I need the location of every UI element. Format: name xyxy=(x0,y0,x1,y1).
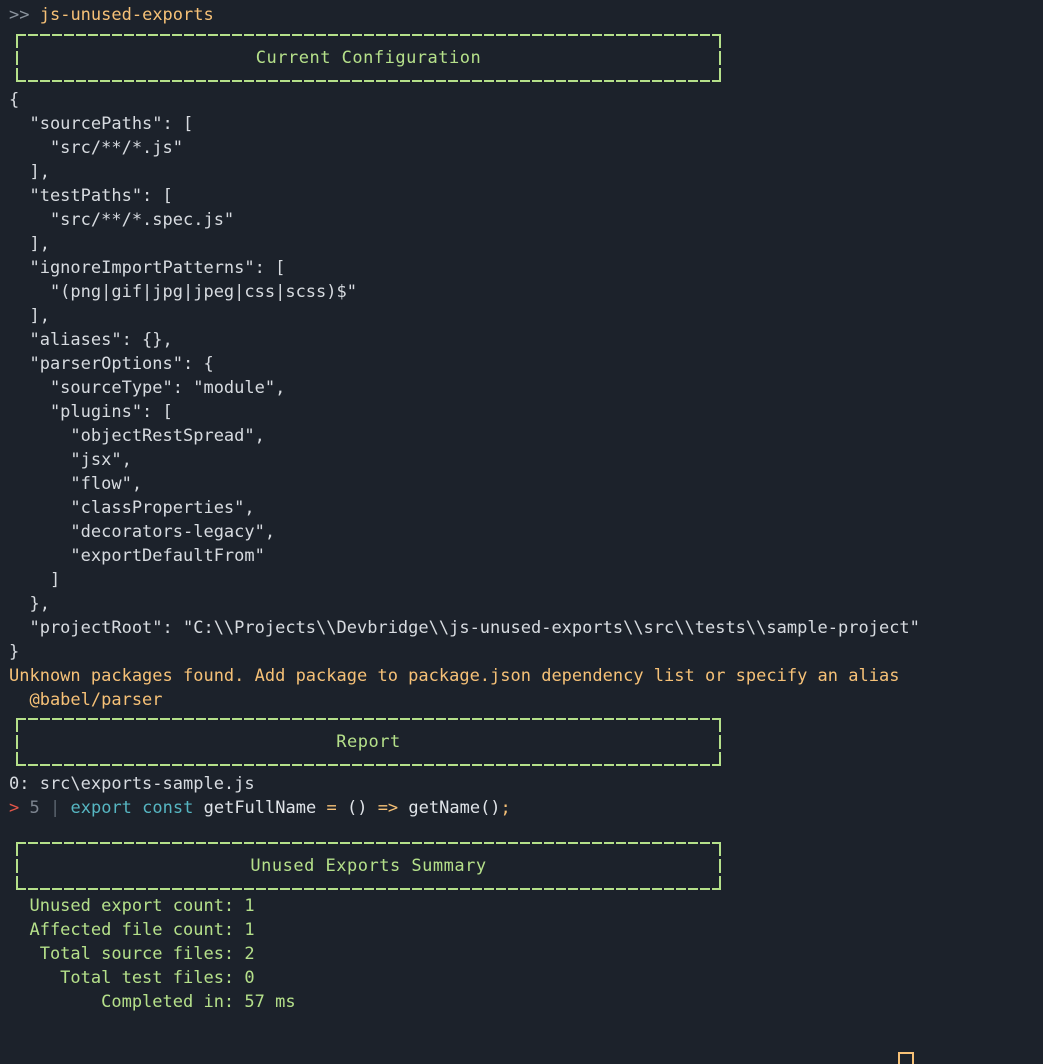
json-line: "parserOptions": { xyxy=(9,354,214,374)
summary-value: 0 xyxy=(244,968,255,988)
json-line: "exportDefaultFrom" xyxy=(9,546,265,566)
code-identifier: getFullName xyxy=(203,798,317,818)
code-call-expression: getName() xyxy=(408,798,501,818)
summary-label: Total source files: xyxy=(9,944,235,964)
json-line: ], xyxy=(9,234,50,254)
json-line: "projectRoot": "C:\\Projects\\Devbridge\… xyxy=(9,618,920,638)
json-line: ], xyxy=(9,306,50,326)
json-line: "src/**/*.js" xyxy=(9,138,183,158)
json-line: ] xyxy=(9,570,61,590)
summary-value: 2 xyxy=(244,944,255,964)
terminal-cursor xyxy=(898,1052,914,1064)
json-line: "decorators-legacy", xyxy=(9,522,276,542)
code-gutter-icon: | xyxy=(50,798,61,818)
json-line: } xyxy=(9,642,20,662)
json-line: "(png|gif|jpg|jpeg|css|scss)$" xyxy=(9,282,357,302)
code-params: () xyxy=(346,798,368,818)
summary-space xyxy=(234,896,244,916)
banner-current-configuration: Current Configuration xyxy=(16,34,721,82)
summary-value: 57 ms xyxy=(244,992,296,1012)
summary-row: Affected file count: 1 xyxy=(0,918,1043,942)
json-line: "sourcePaths": [ xyxy=(9,114,194,134)
json-line: "classProperties", xyxy=(9,498,255,518)
json-line: "testPaths": [ xyxy=(9,186,173,206)
report-code-line: > 5 | export const getFullName = () => g… xyxy=(0,796,1043,820)
json-line: "aliases": {}, xyxy=(9,330,173,350)
prompt-line: >> js-unused-exports xyxy=(0,0,1043,28)
code-marker-icon: > xyxy=(9,798,20,818)
summary-value: 1 xyxy=(244,920,255,940)
json-line: ], xyxy=(9,162,50,182)
banner-unused-exports-summary: Unused Exports Summary xyxy=(16,842,721,890)
prompt-symbol: >> xyxy=(9,5,30,25)
code-semicolon: ; xyxy=(500,798,511,818)
json-line: "flow", xyxy=(9,474,143,494)
summary-label: Affected file count: xyxy=(9,920,235,940)
summary-space xyxy=(234,944,244,964)
code-keyword-const: const xyxy=(142,798,194,818)
summary-row: Total source files: 2 xyxy=(0,942,1043,966)
summary-label: Completed in: xyxy=(9,992,235,1012)
summary-row: Completed in: 57 ms xyxy=(0,990,1043,1014)
json-line: "ignoreImportPatterns": [ xyxy=(9,258,286,278)
json-line: }, xyxy=(9,594,50,614)
summary-space xyxy=(234,968,244,988)
summary-row: Total test files: 0 xyxy=(0,966,1043,990)
warning-message: Unknown packages found. Add package to p… xyxy=(9,666,900,686)
code-assign-operator: = xyxy=(326,798,337,818)
warning-package-item: @babel/parser xyxy=(9,690,163,710)
terminal-window: >> js-unused-exports Current Configurati… xyxy=(0,0,1043,1064)
json-line: "src/**/*.spec.js" xyxy=(9,210,235,230)
summary-label: Unused export count: xyxy=(9,896,235,916)
json-line: "plugins": [ xyxy=(9,402,173,422)
json-line: "jsx", xyxy=(9,450,132,470)
json-line: { xyxy=(9,90,20,110)
banner-title-summary: Unused Exports Summary xyxy=(250,856,487,876)
json-line: "objectRestSpread", xyxy=(9,426,265,446)
summary-space xyxy=(234,920,244,940)
summary-row: Unused export count: 1 xyxy=(0,894,1043,918)
code-arrow-operator: => xyxy=(377,798,399,818)
summary-body: Unused export count: 1 Affected file cou… xyxy=(0,894,1043,1014)
summary-label: Total test files: xyxy=(9,968,235,988)
json-line: "sourceType": "module", xyxy=(9,378,286,398)
report-file-entry: 0: src\exports-sample.js xyxy=(9,774,255,794)
report-body: 0: src\exports-sample.js > 5 | export co… xyxy=(0,772,1043,820)
summary-space xyxy=(234,992,244,1012)
banner-title-report: Report xyxy=(336,732,401,752)
summary-value: 1 xyxy=(244,896,255,916)
prompt-command: js-unused-exports xyxy=(39,5,214,25)
banner-title-config: Current Configuration xyxy=(255,48,482,68)
banner-report: Report xyxy=(16,718,721,766)
code-keyword-export: export xyxy=(70,798,132,818)
configuration-json: { "sourcePaths": [ "src/**/*.js" ], "tes… xyxy=(0,88,1043,664)
code-line-number: 5 xyxy=(29,798,40,818)
